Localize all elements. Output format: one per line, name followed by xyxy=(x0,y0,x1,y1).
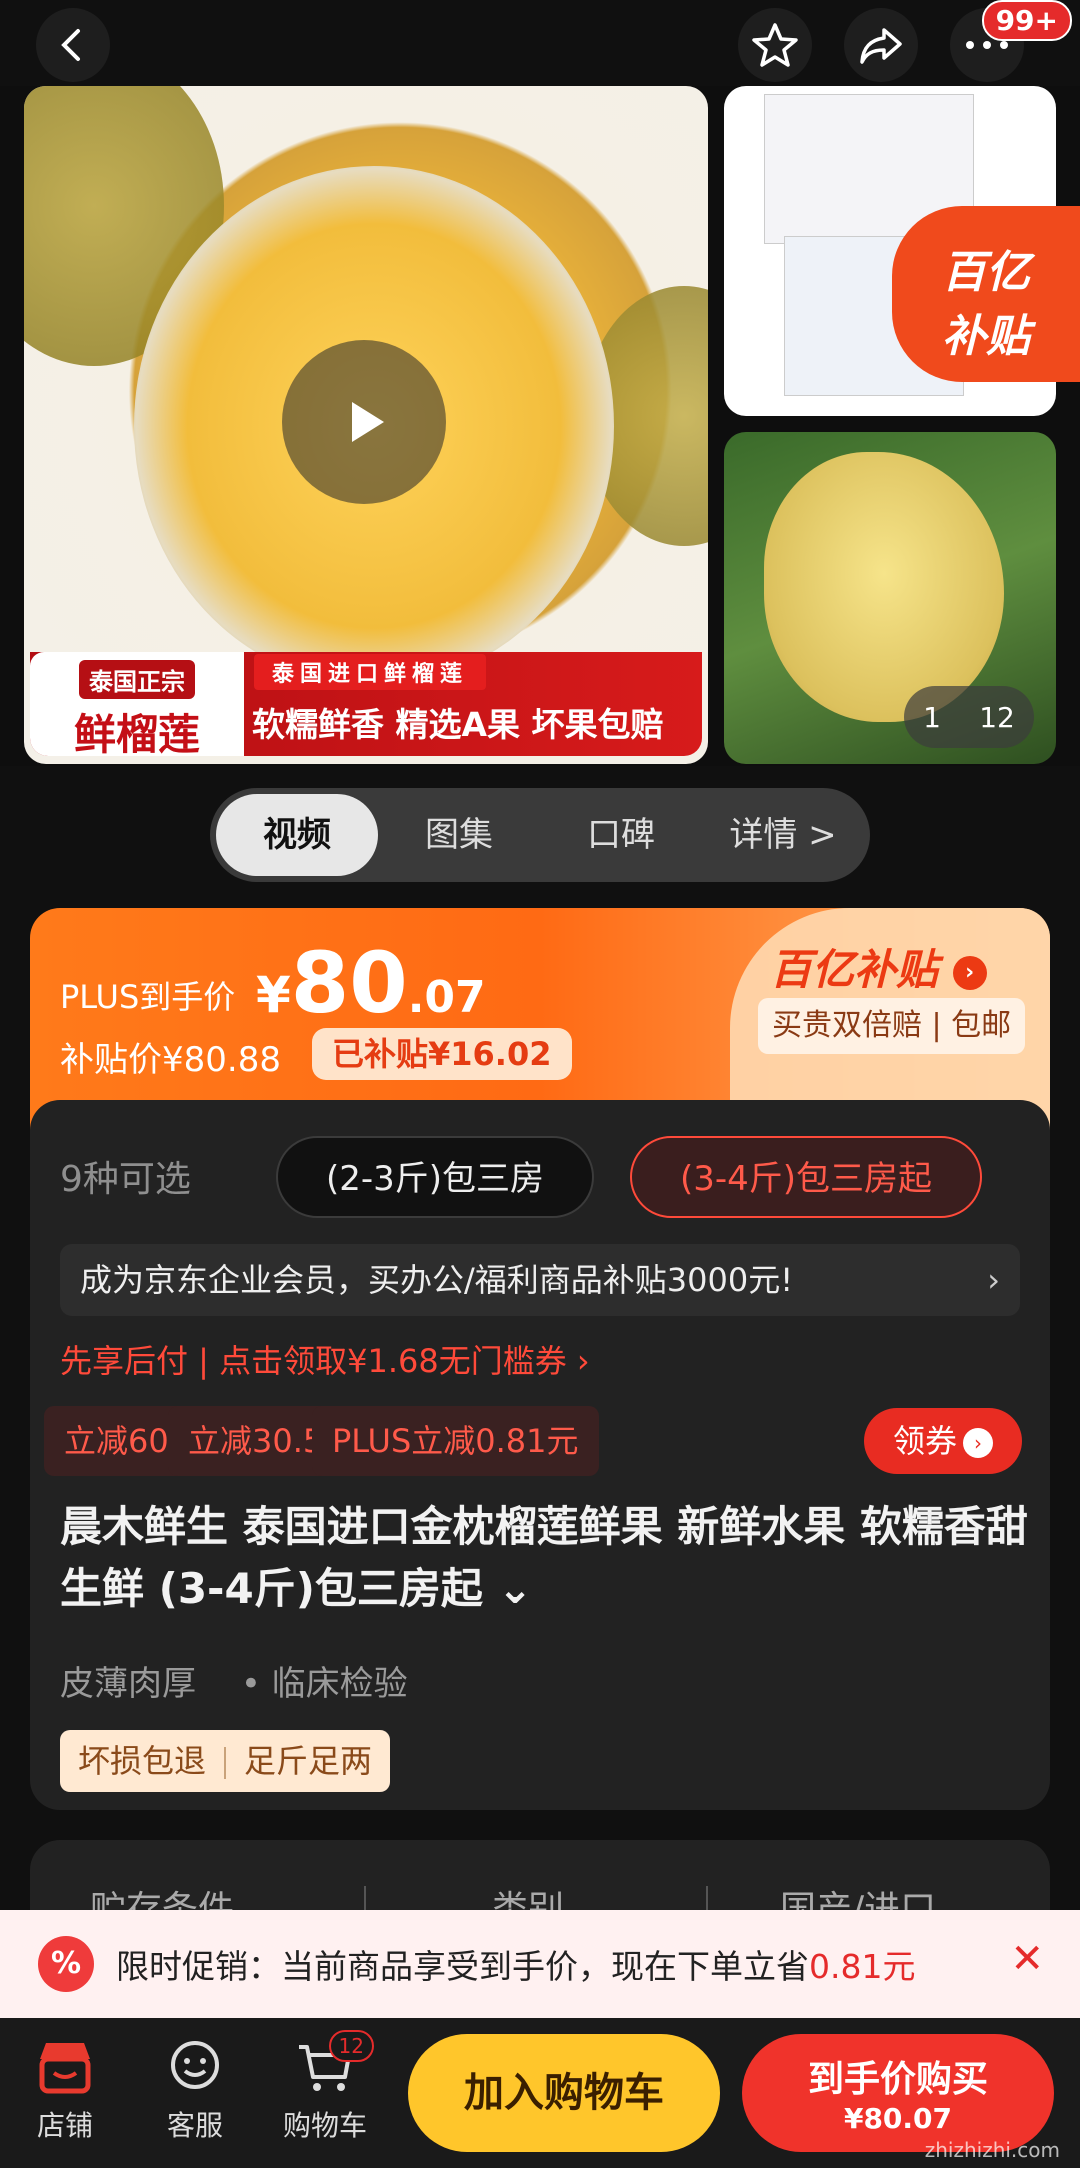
promo-notice-prefix: 限时促销：当前商品享受到手价，现在下单立省 xyxy=(116,1947,809,1986)
get-coupon-button[interactable]: 领券 › xyxy=(864,1408,1022,1474)
subsidy-logo[interactable]: 百亿补贴 › xyxy=(770,936,987,997)
promo-notice-text: 限时促销：当前商品享受到手价，现在下单立省0.81元 xyxy=(116,1940,915,1988)
subsidy-price: 补贴价¥80.88 xyxy=(60,1040,281,1080)
corporate-member-text: 成为京东企业会员，买办公/福利商品补贴3000元! xyxy=(80,1261,794,1299)
coupon-offer-link[interactable]: 先享后付 | 点击领取¥1.68无门槛券 › xyxy=(60,1336,590,1382)
guarantee-full-weight: 足斤足两 xyxy=(244,1742,373,1780)
share-icon xyxy=(860,28,902,64)
cart-icon: 12 xyxy=(270,2030,380,2098)
product-features: 皮薄肉厚 • 临床检验 xyxy=(60,1656,408,1705)
promo-product-name: 鲜榴莲 xyxy=(73,710,200,759)
tab-details[interactable]: 详情 > xyxy=(702,794,864,876)
chat-icon xyxy=(140,2036,250,2098)
top-bar: 99+ xyxy=(0,0,1080,86)
image-counter-current: 1 xyxy=(923,700,941,734)
cart-label: 购物车 xyxy=(282,2109,367,2142)
tab-reviews[interactable]: 口碑 xyxy=(540,794,702,876)
perks-tag: 买贵双倍赔 | 包邮 xyxy=(758,998,1026,1054)
product-page: 99+ 泰国正宗 鲜榴莲 泰国进口鲜榴莲 软糯鲜香 精选A果 坏果包赔 百亿 补… xyxy=(0,0,1080,2168)
durian-flesh-image xyxy=(764,452,1004,722)
spec-option-2-3jin[interactable]: (2-3斤)包三房 xyxy=(276,1136,594,1218)
buy-now-label: 到手价购买 xyxy=(807,2059,988,2100)
buy-now-price: ¥80.07 xyxy=(843,2102,953,2135)
divider xyxy=(224,1747,227,1779)
spec-option-3-4jin-selected[interactable]: (3-4斤)包三房起 xyxy=(630,1136,982,1218)
cart-count-badge: 12 xyxy=(328,2030,374,2062)
price-decimal: .07 xyxy=(407,972,486,1023)
watermark-text: zhizhizhi.com xyxy=(924,2138,1060,2162)
buy-now-button[interactable]: 到手价购买 ¥80.07 xyxy=(742,2034,1054,2152)
subsidy-badge-line2: 补贴 xyxy=(942,311,1030,362)
price-integer: 80 xyxy=(290,934,408,1032)
spec-count: 9种可选 xyxy=(60,1159,191,1200)
add-to-cart-button[interactable]: 加入购物车 xyxy=(408,2034,720,2152)
image-gallery[interactable]: 泰国正宗 鲜榴莲 泰国进口鲜榴莲 软糯鲜香 精选A果 坏果包赔 百亿 补贴 1 … xyxy=(0,86,1080,766)
customer-service-label: 客服 xyxy=(166,2109,223,2142)
play-icon xyxy=(352,402,384,442)
store-icon xyxy=(10,2036,120,2098)
subsidy-badge-line1: 百亿 xyxy=(942,247,1030,298)
media-tabs: 视频 图集 口碑 详情 > xyxy=(210,788,870,882)
product-title[interactable]: 晨木鲜生 泰国进口金枕榴莲鲜果 新鲜水果 软糯香甜生鲜 (3-4斤)包三房起 ⌄ xyxy=(60,1496,1040,1620)
final-price: ¥80.07 xyxy=(256,934,486,1032)
subsidy-badge: 百亿 补贴 xyxy=(892,206,1080,382)
customer-service-button[interactable]: 客服 xyxy=(140,2036,250,2144)
corporate-member-banner[interactable]: 成为京东企业会员，买办公/福利商品补贴3000元! › xyxy=(60,1244,1020,1316)
get-coupon-label: 领券 xyxy=(892,1422,957,1460)
guarantee-damage-return: 坏损包退 xyxy=(78,1742,207,1780)
favorite-button[interactable] xyxy=(738,8,812,82)
main-product-image[interactable]: 泰国正宗 鲜榴莲 泰国进口鲜榴莲 软糯鲜香 精选A果 坏果包赔 xyxy=(24,86,708,764)
close-icon[interactable]: ✕ xyxy=(1010,1936,1044,1982)
cart-button[interactable]: 12 购物车 xyxy=(270,2030,380,2144)
guarantee-tags[interactable]: 坏损包退 足斤足两 xyxy=(60,1730,391,1792)
chevron-right-icon: › xyxy=(952,955,987,990)
bottom-action-bar: 店铺 客服 12 购物车 加入购物车 到手价购买 ¥80.07 zhizhizh… xyxy=(0,2018,1080,2168)
back-button[interactable] xyxy=(36,8,110,82)
promo-selling-points: 软糯鲜香 精选A果 坏果包赔 xyxy=(252,705,664,744)
promo-notice-bar[interactable]: % 限时促销：当前商品享受到手价，现在下单立省0.81元 ✕ xyxy=(0,1910,1080,2018)
tab-video[interactable]: 视频 xyxy=(216,794,378,876)
promo-subtitle: 泰国进口鲜榴莲 xyxy=(254,654,487,690)
play-video-button[interactable] xyxy=(282,340,446,504)
price-currency: ¥ xyxy=(256,966,291,1024)
message-badge: 99+ xyxy=(981,0,1072,41)
chevron-right-icon: › xyxy=(987,1261,1000,1299)
image-counter: 1 12 xyxy=(904,686,1034,748)
promo-notice-amount: 0.81元 xyxy=(809,1947,916,1986)
discount-chip: PLUS立减0.81元 xyxy=(312,1406,599,1476)
feature-thin-skin: 皮薄肉厚 xyxy=(60,1664,196,1704)
star-icon xyxy=(752,23,798,67)
plus-price-label: PLUS到手价 xyxy=(60,978,236,1016)
promo-origin-label: 泰国正宗 xyxy=(79,660,195,699)
discount-icon: % xyxy=(38,1936,94,1992)
subsidized-amount-tag: 已补贴¥16.02 xyxy=(312,1028,572,1080)
chevron-right-icon: › xyxy=(963,1428,993,1458)
tab-gallery[interactable]: 图集 xyxy=(378,794,540,876)
product-details-card: 9种可选 (2-3斤)包三房 (3-4斤)包三房起 成为京东企业会员，买办公/福… xyxy=(30,1100,1050,1810)
share-button[interactable] xyxy=(844,8,918,82)
image-counter-total: 12 xyxy=(979,700,1015,734)
feature-inspection: • 临床检验 xyxy=(240,1664,408,1704)
subsidy-logo-text: 百亿补贴 xyxy=(770,945,939,994)
shop-button[interactable]: 店铺 xyxy=(10,2036,120,2144)
promo-banner: 泰国正宗 鲜榴莲 泰国进口鲜榴莲 软糯鲜香 精选A果 坏果包赔 xyxy=(30,652,702,759)
promo-origin: 泰国正宗 鲜榴莲 xyxy=(30,652,244,759)
chevron-left-icon xyxy=(61,29,80,61)
shop-label: 店铺 xyxy=(36,2109,93,2142)
